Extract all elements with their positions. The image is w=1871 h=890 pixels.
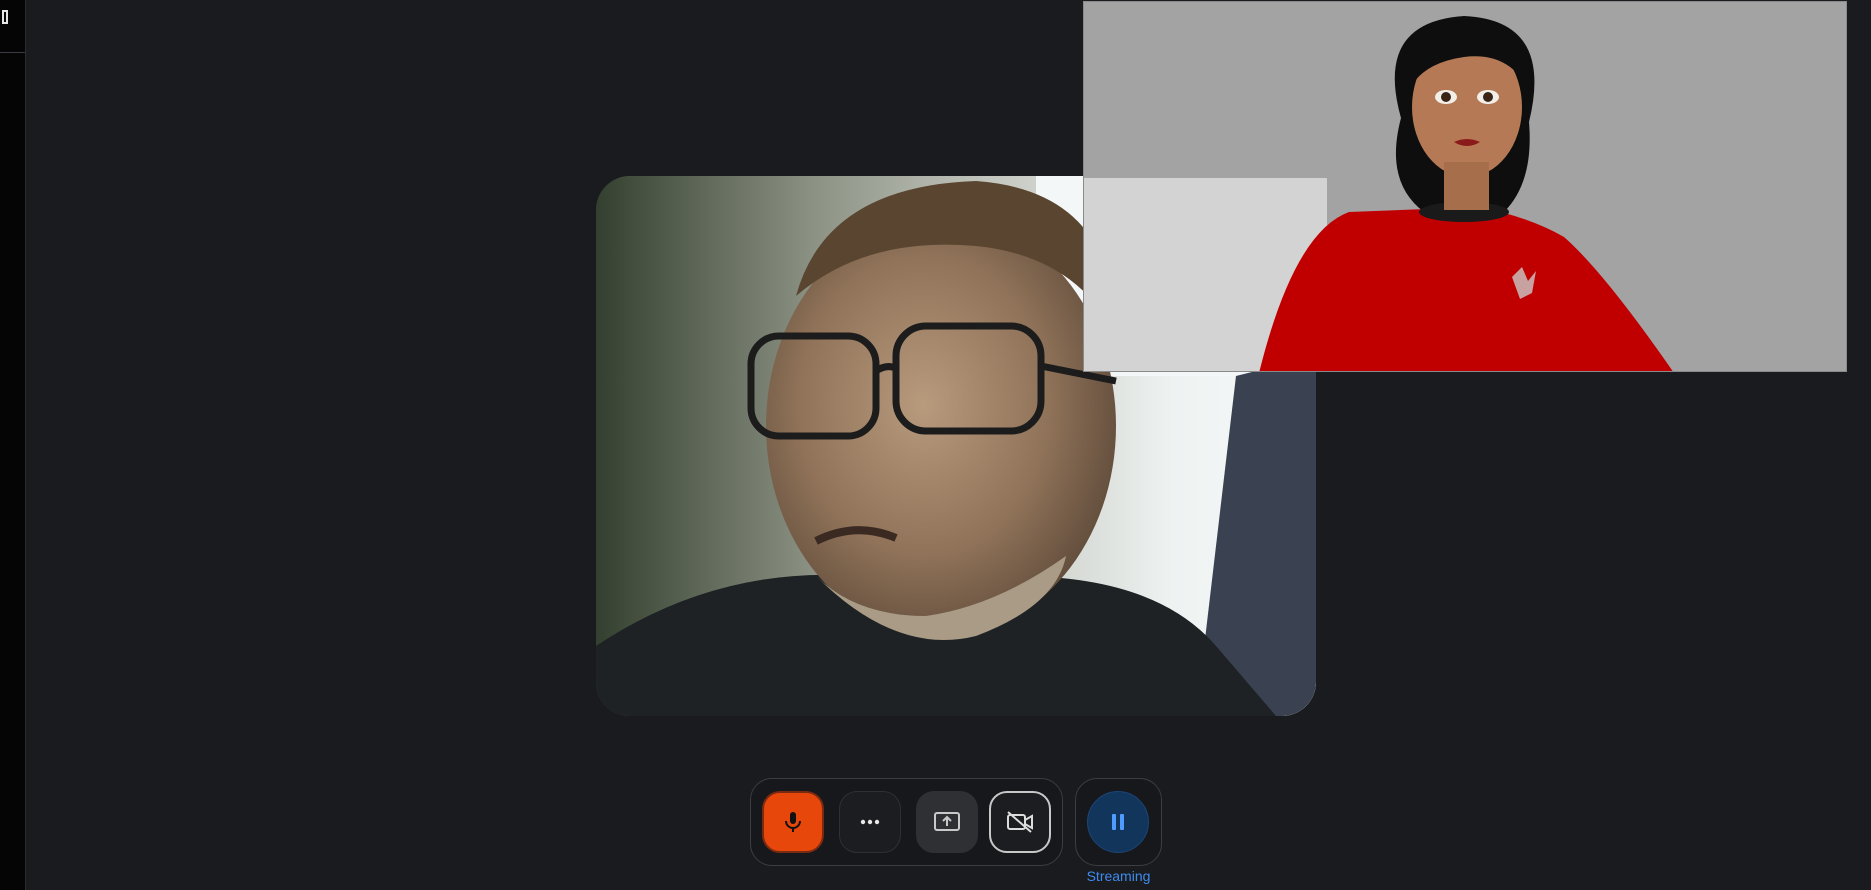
microphone-icon	[785, 812, 801, 832]
panel-icon[interactable]	[2, 10, 8, 24]
streaming-control-group	[1075, 778, 1162, 866]
pause-icon	[1112, 814, 1124, 830]
screen-share-button[interactable]	[916, 791, 978, 853]
avatar-video-feed	[1083, 1, 1847, 372]
screen-share-icon	[934, 812, 960, 831]
call-controls-bar	[750, 778, 1063, 866]
camera-off-icon	[1007, 811, 1033, 833]
microphone-button[interactable]	[762, 791, 824, 853]
more-horizontal-icon	[860, 819, 880, 825]
rail-divider	[0, 52, 25, 53]
camera-toggle-button[interactable]	[989, 791, 1051, 853]
pause-streaming-button[interactable]	[1087, 791, 1149, 853]
more-options-button[interactable]	[839, 791, 901, 853]
left-sidebar-rail	[0, 0, 26, 890]
avatar-figure	[1084, 2, 1846, 371]
streaming-status-label: Streaming	[1086, 868, 1151, 884]
